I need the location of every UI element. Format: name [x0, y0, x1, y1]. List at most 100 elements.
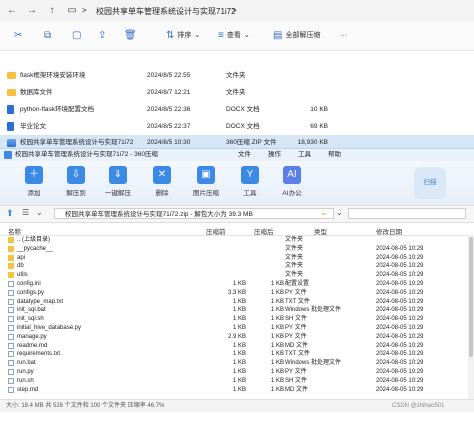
- delete-icon: ✕: [153, 166, 171, 184]
- explorer-row-type: 文件夹: [226, 89, 246, 96]
- zip-file-date: 2024-08-05 10:29: [376, 289, 424, 296]
- ai-office-button[interactable]: AI AI办公: [274, 166, 310, 197]
- sort-button[interactable]: ⇅ 排序 ⌄: [166, 30, 200, 42]
- zip-file-row[interactable]: api 文件夹 2024-08-05 10:29: [0, 254, 474, 262]
- col-before[interactable]: 压缩前: [206, 226, 226, 236]
- chevron-down-icon: ⌄: [194, 32, 201, 39]
- add-button[interactable]: ＋ 添加: [16, 166, 52, 197]
- zip-file-before: 1 KB: [232, 298, 246, 305]
- menu-help[interactable]: 帮助: [328, 149, 341, 161]
- col-type[interactable]: 类型: [314, 226, 327, 236]
- zip-file-row[interactable]: step.md 1 KB 1 KB MD 文件 2024-08-05 10:29: [0, 386, 474, 394]
- file-icon: [8, 298, 14, 305]
- folder-icon: [8, 263, 14, 270]
- extract-to-button[interactable]: ⇩ 解压到: [58, 166, 94, 197]
- list-view-icon[interactable]: ☰: [22, 208, 29, 217]
- one-click-extract-label: 一键解压: [105, 190, 131, 197]
- scissors-icon: ✂: [14, 30, 23, 41]
- up-arrow-icon[interactable]: ↑: [46, 5, 58, 17]
- zip-file-row[interactable]: config.ini 1 KB 1 KB 配置设置 2024-08-05 10:29: [0, 280, 474, 288]
- zip-file-row[interactable]: run.py 1 KB 1 KB PY 文件 2024-08-05 10:29: [0, 368, 474, 376]
- zip-file-row[interactable]: run.bat 1 KB 1 KB Windows 批处理文件 2024-08-05 1…: [0, 359, 474, 367]
- zip-file-type: 文件夹: [285, 245, 304, 252]
- zip-file-after: 1 KB: [270, 281, 284, 287]
- status-text: 大小: 18.4 MB 共 526 个文件和 100 个文件夹 压缩率 46.7…: [6, 403, 165, 409]
- delete-tool-button[interactable]: ✕ 删除: [144, 166, 180, 197]
- explorer-row[interactable]: flask框架环境安装环境 2024/8/5 22:55 文件夹: [0, 68, 474, 84]
- zip-file-after: 1 KB: [270, 369, 284, 375]
- scan-button[interactable]: 扫描: [414, 167, 446, 199]
- breadcrumb-chevron[interactable]: >: [232, 6, 237, 15]
- share-button[interactable]: ⇪: [98, 30, 106, 42]
- zip-file-after: 1 KB: [270, 298, 284, 305]
- view-button[interactable]: ≡ 查看 ⌄: [218, 30, 250, 42]
- extract-all-button[interactable]: ▤ 全部解压缩: [273, 30, 320, 42]
- zip-file-before: 1 KB: [232, 281, 246, 287]
- more-options-button[interactable]: ···: [340, 30, 347, 42]
- col-name[interactable]: 名称: [8, 226, 21, 236]
- view-dropdown-icon[interactable]: ⌄: [36, 208, 43, 217]
- zip-path-input[interactable]: 校园共享单车管理系统设计与实现71i72.zip - 解包大小为 39.3 MB: [54, 208, 334, 219]
- col-after[interactable]: 压缩后: [254, 226, 274, 236]
- zip-file-after: 1 KB: [270, 325, 284, 331]
- zip-file-before: 1 KB: [232, 360, 246, 367]
- zip-file-before: 2.9 KB: [227, 333, 246, 340]
- explorer-row[interactable]: 数据库文件 2024/8/7 12:21 文件夹: [0, 85, 474, 101]
- zip-file-after: 1 KB: [270, 289, 284, 296]
- monitor-icon[interactable]: ▭: [66, 5, 78, 17]
- cut-button[interactable]: ✂: [14, 30, 22, 42]
- zip-file-type: TXT 文件: [285, 298, 310, 305]
- tools-button[interactable]: Y 工具: [232, 166, 268, 197]
- zip-file-type: MD 文件: [285, 342, 308, 349]
- scrollbar-thumb[interactable]: [469, 237, 473, 357]
- breadcrumb-current[interactable]: 校园共享单车管理系统设计与实现71i72: [96, 6, 236, 17]
- explorer-row-date: 2024/8/7 12:21: [147, 89, 191, 96]
- zip-file-name: .. (上级目录): [17, 237, 50, 243]
- zip-file-row[interactable]: datatype_map.txt 1 KB 1 KB TXT 文件 2024-08-05…: [0, 298, 474, 306]
- path-dropdown-icon[interactable]: ⌄: [336, 208, 343, 217]
- rename-button[interactable]: ▢: [72, 30, 81, 42]
- one-click-extract-icon: ⇓: [109, 166, 127, 184]
- zip-file-type: SH 文件: [285, 316, 308, 323]
- zip-file-row[interactable]: __pycache__ 文件夹 2024-08-05 10:29: [0, 245, 474, 253]
- up-level-icon[interactable]: ⬆: [6, 208, 14, 219]
- zip-file-name: __pycache__: [17, 245, 53, 252]
- zip-file-row[interactable]: readme.md 1 KB 1 KB MD 文件 2024-08-05 10:29: [0, 342, 474, 350]
- explorer-row-type: DOCX 文档: [226, 123, 260, 130]
- path-chevron-icon[interactable]: ⌄: [320, 207, 328, 218]
- zip-file-row[interactable]: .. (上级目录) 文件夹: [0, 236, 474, 244]
- zip-file-row[interactable]: init_sql.sh 1 KB 1 KB SH 文件 2024-08-05 10:29: [0, 315, 474, 323]
- zip-file-row[interactable]: initial_hive_database.py 1 KB 1 KB PY 文件 202…: [0, 324, 474, 332]
- zip-toolbar: ＋ 添加 ⇩ 解压到 ⇓ 一键解压 ✕ 删除 ▣ 图片压缩 Y 工具 AI AI办公 扫描: [0, 161, 474, 205]
- tools-icon: Y: [241, 166, 259, 184]
- explorer-row[interactable]: 毕业论文 2024/8/5 22:37 DOCX 文档 69 KB: [0, 119, 474, 135]
- zip-file-before: 1 KB: [232, 369, 246, 375]
- zip-file-row[interactable]: manage.py 2.9 KB 1 KB PY 文件 2024-08-05 10:29: [0, 333, 474, 341]
- zip-file-name: init_sql.sh: [17, 316, 44, 323]
- forward-arrow-icon[interactable]: →: [26, 5, 38, 17]
- col-modified[interactable]: 修改日期: [376, 226, 402, 236]
- zip-file-row[interactable]: db 文件夹 2024-08-05 10:29: [0, 262, 474, 270]
- back-arrow-icon[interactable]: ←: [6, 5, 18, 17]
- extract-icon: ▤: [273, 30, 283, 41]
- one-click-extract-button[interactable]: ⇓ 一键解压: [100, 166, 136, 197]
- file-list-header: 名称 压缩前 压缩后 类型 修改日期: [0, 225, 474, 236]
- zip-file-row[interactable]: requirements.txt 1 KB 1 KB TXT 文件 2024-08-05…: [0, 350, 474, 358]
- zip-file-row[interactable]: init_sql.bat 1 KB 1 KB Windows 批处理文件 2024-08…: [0, 306, 474, 314]
- copy-button[interactable]: ⧉: [44, 30, 51, 42]
- zip-file-row[interactable]: configs.py 3.3 KB 1 KB PY 文件 2024-08-05 10:2…: [0, 289, 474, 297]
- zip-file-type: Windows 批处理文件: [285, 307, 342, 314]
- extract-to-icon: ⇩: [67, 166, 85, 184]
- menu-operate[interactable]: 操作: [268, 149, 281, 161]
- zip-file-row[interactable]: run.sh 1 KB 1 KB SH 文件 2024-08-05 10:29: [0, 377, 474, 385]
- zip-search-input[interactable]: [348, 208, 466, 219]
- delete-button[interactable]: 🗑: [124, 30, 137, 42]
- explorer-row[interactable]: python-flask环境配置文档 2024/8/5 22:36 DOCX 文档 1…: [0, 102, 474, 118]
- zip-file-date: 2024-08-05 10:29: [376, 272, 424, 279]
- menu-file[interactable]: 文件: [238, 149, 251, 161]
- vertical-scrollbar[interactable]: [468, 235, 474, 399]
- zip-file-before: 1 KB: [232, 316, 246, 323]
- zip-file-row[interactable]: utils 文件夹 2024-08-05 10:29: [0, 271, 474, 279]
- menu-tools[interactable]: 工具: [298, 149, 311, 161]
- image-compress-button[interactable]: ▣ 图片压缩: [188, 166, 224, 197]
